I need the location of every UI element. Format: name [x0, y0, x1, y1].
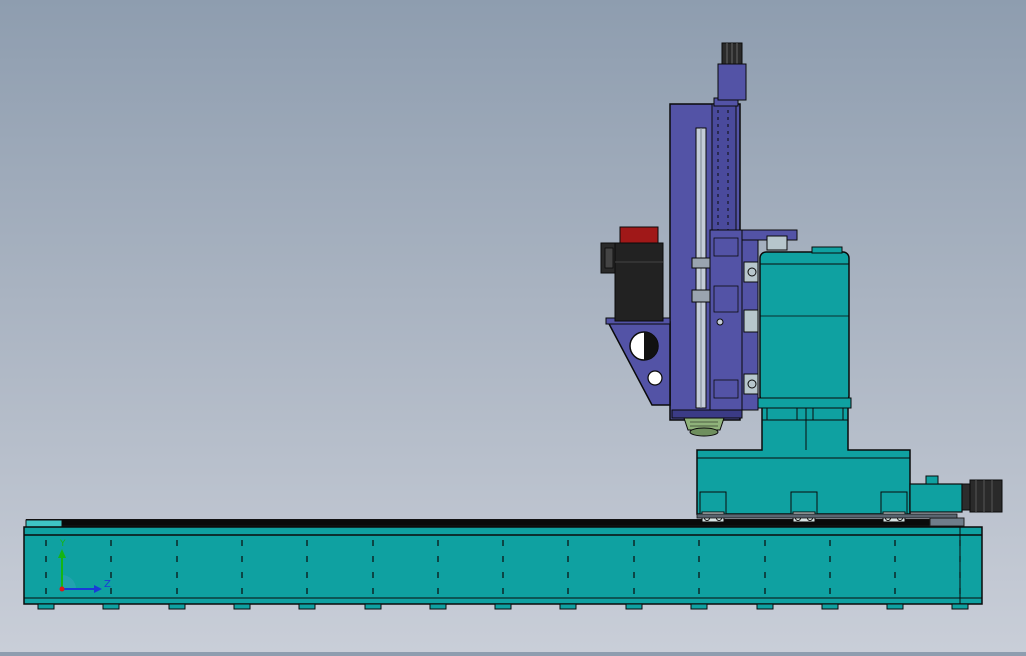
machine-base[interactable] — [23, 517, 983, 610]
triad-z-label: Z — [104, 579, 111, 590]
machine-drawing: Y Z — [23, 42, 1003, 610]
column-block[interactable] — [755, 246, 852, 409]
triad-y-label: Y — [59, 539, 66, 549]
spindle-motor[interactable] — [600, 226, 664, 322]
x-axis-motor[interactable] — [909, 475, 1003, 513]
z-axis-motor[interactable] — [717, 42, 747, 101]
spindle-head[interactable] — [683, 417, 725, 437]
cad-viewport[interactable]: Y Z — [0, 0, 1026, 652]
spindle-bracket[interactable] — [605, 317, 671, 406]
vertical-slide[interactable] — [669, 97, 743, 421]
